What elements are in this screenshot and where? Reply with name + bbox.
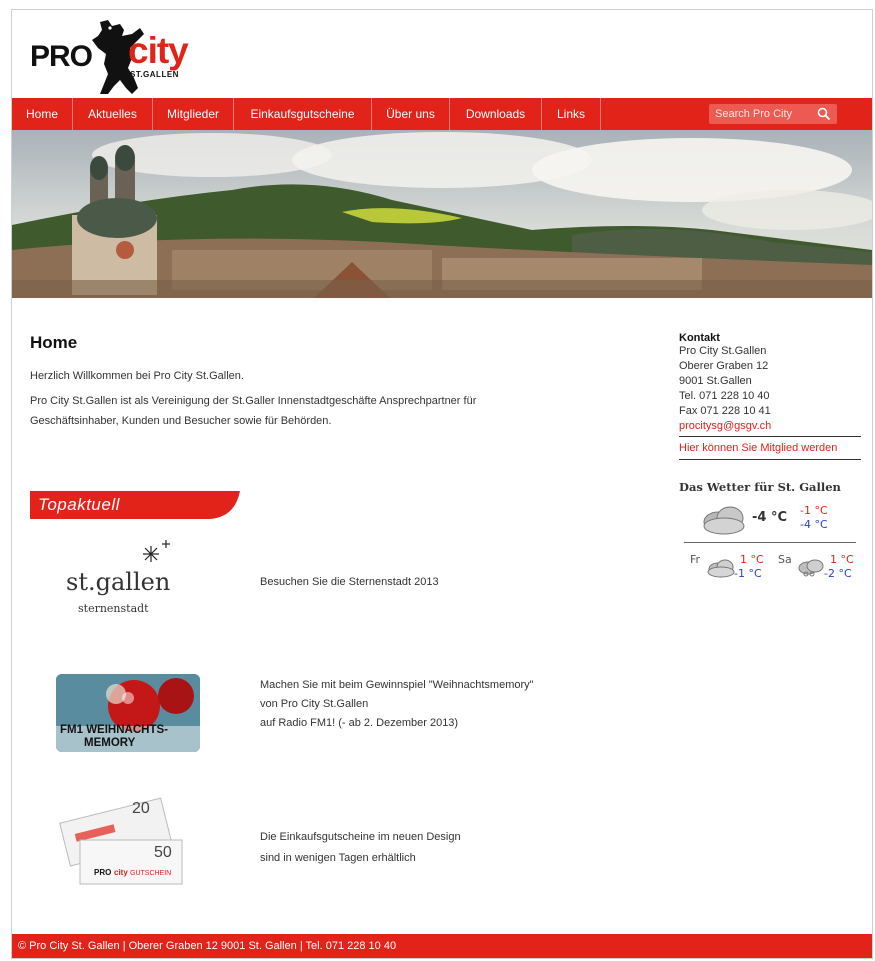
forecast-fr-high: 1 °C	[740, 553, 764, 566]
news-text-gutscheine-1: Die Einkaufsgutscheine im neuen Design	[260, 831, 461, 843]
banner-image	[12, 130, 872, 298]
sternenstadt-brand: st.gallen	[66, 568, 171, 596]
page-title: Home	[30, 333, 78, 352]
news-text-weihnachtsmemory-1: Machen Sie mit beim Gewinnspiel "Weihnac…	[260, 679, 534, 691]
svg-text:GUTSCHEIN: GUTSCHEIN	[130, 870, 171, 877]
intro-text-line2: Geschäftsinhaber, Kunden und Besucher so…	[30, 415, 332, 427]
cloud-icon	[707, 559, 735, 578]
weather-title: Das Wetter für St. Gallen	[679, 480, 841, 494]
contact-line: Tel. 071 228 10 40	[679, 390, 770, 402]
weihnachtsmemory-line1: FM1 WEIHNACHTS-	[60, 724, 168, 736]
topaktuell-label: Topaktuell	[38, 495, 120, 514]
news-text-gutscheine-2: sind in wenigen Tagen erhältlich	[260, 852, 416, 864]
contact-email-link[interactable]: procitysg@gsgv.ch	[679, 419, 861, 434]
weather-current-high: -1 °C	[800, 504, 828, 517]
forecast-day-fr: Fr	[690, 553, 701, 566]
divider	[679, 459, 861, 460]
contact-line: Oberer Graben 12	[679, 360, 769, 372]
intro-text-line1: Pro City St.Gallen ist als Vereinigung d…	[30, 395, 477, 407]
logo[interactable]: PRO city ST.GALLEN	[30, 18, 230, 96]
voucher-icon: PRO city GUTSCHEIN	[59, 797, 183, 885]
search-input[interactable]	[709, 104, 819, 124]
cloud-icon	[703, 506, 745, 535]
nav-home[interactable]: Home	[12, 98, 73, 130]
voucher-value-50: 50	[154, 844, 172, 861]
contact-sidebar: Kontakt Pro City St.Gallen Oberer Graben…	[679, 332, 861, 462]
contact-line: Pro City St.Gallen	[679, 345, 767, 357]
contact-line: 9001 St.Gallen	[679, 375, 752, 387]
weather-current-temp: -4 °C	[752, 510, 788, 525]
news-text-weihnachtsmemory-3: auf Radio FM1! (- ab 2. Dezember 2013)	[260, 717, 459, 729]
nav-mitglieder[interactable]: Mitglieder	[153, 98, 234, 130]
nav-downloads[interactable]: Downloads	[450, 98, 542, 130]
page-frame: PRO city ST.GALLEN Home Aktuelles Mitgli…	[11, 9, 873, 959]
weather-current-low: -4 °C	[800, 518, 828, 531]
nav-einkaufsgutscheine[interactable]: Einkaufsgutscheine	[234, 98, 372, 130]
news-text-sternenstadt: Besuchen Sie die Sternenstadt 2013	[260, 576, 439, 588]
divider	[679, 436, 861, 437]
sternenstadt-sub: sternenstadt	[78, 602, 149, 615]
svg-text:PRO: PRO	[94, 868, 111, 877]
logo-pro-text: PRO	[30, 40, 93, 73]
divider	[684, 542, 856, 543]
forecast-day-sa: Sa	[778, 553, 792, 566]
logo-subtitle: ST.GALLEN	[130, 70, 179, 79]
footer-text: © Pro City St. Gallen | Oberer Graben 12…	[18, 940, 397, 952]
topaktuell-header: Topaktuell	[30, 491, 240, 519]
search-icon[interactable]	[817, 107, 831, 121]
cloud-rain-icon	[798, 559, 824, 577]
svg-text:city: city	[114, 868, 128, 877]
voucher-value-20: 20	[132, 800, 150, 817]
weihnachtsmemory-image[interactable]: FM1 WEIHNACHTS- MEMORY	[56, 674, 200, 752]
logo-city-text: city	[128, 30, 189, 71]
sternenstadt-logo[interactable]: st.gallen sternenstadt	[56, 538, 196, 626]
forecast-fr-low: -1 °C	[734, 567, 762, 580]
weihnachtsmemory-line2: MEMORY	[84, 737, 136, 749]
search-box	[709, 104, 837, 124]
news-text-weihnachtsmemory-2: von Pro City St.Gallen	[260, 698, 369, 710]
forecast-sa-low: -2 °C	[824, 567, 852, 580]
forecast-sa-high: 1 °C	[830, 553, 854, 566]
nav-ueber-uns[interactable]: Über uns	[372, 98, 450, 130]
footer: © Pro City St. Gallen | Oberer Graben 12…	[12, 934, 872, 958]
contact-line: Fax 071 228 10 41	[679, 405, 771, 417]
main-nav: Home Aktuelles Mitglieder Einkaufsgutsch…	[12, 98, 872, 130]
nav-links[interactable]: Links	[542, 98, 601, 130]
welcome-text: Herzlich Willkommen bei Pro City St.Gall…	[30, 370, 244, 382]
become-member-link[interactable]: Hier können Sie Mitglied werden	[679, 439, 861, 457]
gutscheine-image[interactable]: PRO city GUTSCHEIN 20 50	[56, 794, 186, 886]
contact-title: Kontakt	[679, 332, 720, 344]
nav-aktuelles[interactable]: Aktuelles	[73, 98, 153, 130]
